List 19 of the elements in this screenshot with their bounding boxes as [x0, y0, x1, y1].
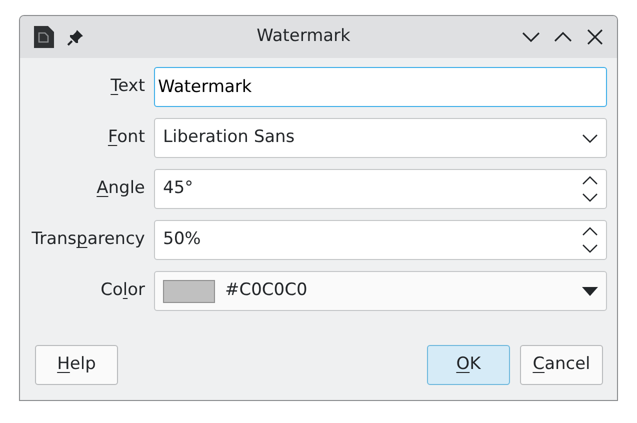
spin-field[interactable]: 50%: [154, 220, 607, 260]
dialog-button[interactable]: OK: [427, 345, 510, 385]
spin-arrows-icon[interactable]: [582, 174, 598, 204]
dialog-button[interactable]: Help: [35, 345, 118, 385]
dropdown-triangle-icon: [582, 286, 598, 296]
font-dropdown[interactable]: Liberation Sans: [154, 118, 607, 158]
field-label: Transparency: [30, 228, 146, 252]
dialog-button[interactable]: Cancel: [520, 345, 603, 385]
chevron-down-icon: [582, 133, 598, 143]
field-label: Color: [100, 279, 146, 302]
spin-arrows-icon[interactable]: [582, 225, 598, 255]
document-icon: [32, 25, 56, 49]
window-title: Watermark: [256, 25, 352, 48]
color-dropdown[interactable]: #C0C0C0: [154, 271, 607, 311]
field-label: Font: [106, 126, 146, 150]
field-label: Text: [110, 75, 146, 98]
text-field[interactable]: Watermark: [154, 67, 607, 107]
spin-field[interactable]: 45°: [154, 169, 607, 209]
field-label: Angle: [96, 177, 146, 200]
